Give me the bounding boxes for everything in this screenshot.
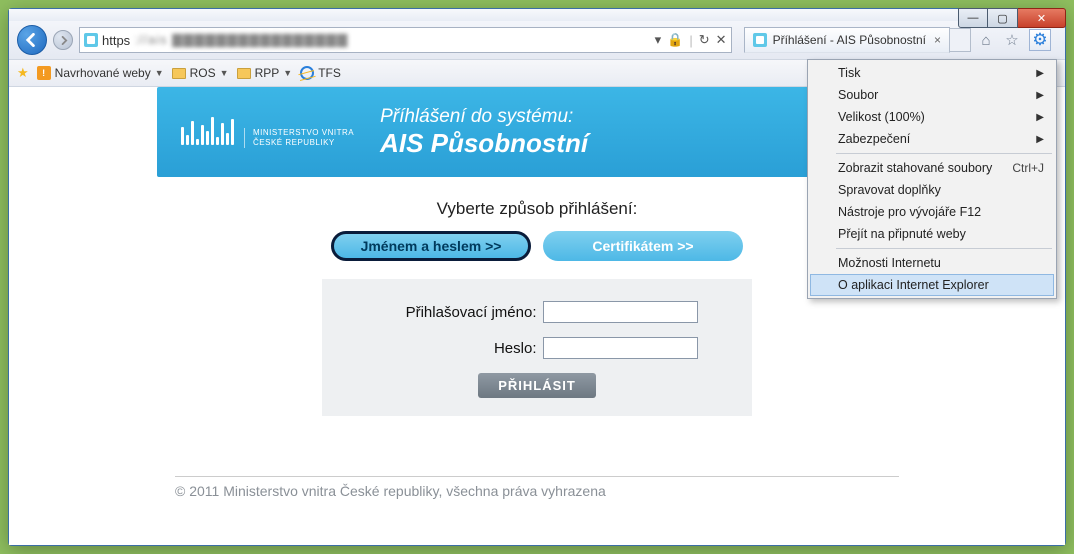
menu-item-addons[interactable]: Spravovat doplňky [810,179,1054,201]
window-minimize-button[interactable]: — [958,8,988,28]
footer-copyright: © 2011 Ministerstvo vnitra České republi… [157,483,917,499]
folder-icon [172,68,186,79]
stop-icon[interactable]: ✕ [716,32,727,48]
ministry-line2: ČESKÉ REPUBLIKY [253,138,354,148]
caret-icon: ▼ [283,68,292,78]
window-maximize-button[interactable]: ▢ [988,8,1018,28]
lock-icon[interactable]: 🔒 [667,32,683,48]
fav-item-rpp[interactable]: RPP ▼ [237,66,293,80]
menu-item-label: O aplikaci Internet Explorer [838,278,989,292]
menu-item-devtools[interactable]: Nástroje pro vývojáře F12 [810,201,1054,223]
username-input[interactable] [543,301,698,323]
menu-item-label: Nástroje pro vývojáře F12 [838,205,981,219]
fav-item-label: TFS [318,66,341,80]
menu-item-internet-options[interactable]: Možnosti Internetu [810,252,1054,274]
arrow-left-icon [25,33,39,47]
menu-item-label: Zobrazit stahované soubory [838,161,992,175]
password-label: Heslo: [377,340,537,357]
tab-close-icon[interactable]: × [934,33,941,47]
menu-item-file[interactable]: Soubor ▶ [810,84,1054,106]
url-scheme: https [102,33,130,48]
tab-title: Příhlášení - AIS Působnostní [773,33,926,47]
shield-icon: ! [37,66,51,80]
site-favicon [84,33,98,47]
login-method-prompt: Vyberte způsob přihlášení: [157,199,917,219]
tab-favicon [753,33,767,47]
ie-icon [300,66,314,80]
ministry-logo: MINISTERSTVO VNITRA ČESKÉ REPUBLIKY [181,117,354,148]
submenu-arrow-icon: ▶ [1036,112,1044,123]
forward-button[interactable] [53,30,73,50]
refresh-icon[interactable]: ↻ [699,32,710,48]
login-method-name-password[interactable]: Jménem a heslem >> [331,231,531,261]
menu-item-about-ie[interactable]: O aplikaci Internet Explorer [810,274,1054,296]
menu-item-shortcut: Ctrl+J [1012,161,1044,175]
menu-item-security[interactable]: Zabezpečení ▶ [810,128,1054,150]
nav-row: https ://ais ▇▇▇▇▇▇▇▇▇▇▇▇▇▇▇▇ ▾ 🔒 | ↻ ✕ … [9,21,1065,59]
menu-item-label: Možnosti Internetu [838,256,941,270]
add-favorite-icon[interactable]: ★ [17,65,29,81]
menu-separator [836,248,1052,249]
url-rest: ://ais ▇▇▇▇▇▇▇▇▇▇▇▇▇▇▇▇ [134,32,348,48]
tools-menu: Tisk ▶ Soubor ▶ Velikost (100%) ▶ Zabezpeče… [807,59,1057,299]
address-bar[interactable]: https ://ais ▇▇▇▇▇▇▇▇▇▇▇▇▇▇▇▇ ▾ 🔒 | ↻ ✕ [79,27,732,53]
menu-item-pinned[interactable]: Přejít na připnuté weby [810,223,1054,245]
menu-item-label: Velikost (100%) [838,110,925,124]
arrow-right-icon [59,36,68,45]
login-method-certificate[interactable]: Certifikátem >> [543,231,743,261]
password-input[interactable] [543,337,698,359]
fav-item-tfs[interactable]: TFS [300,66,341,80]
fav-item-ros[interactable]: ROS ▼ [172,66,229,80]
back-button[interactable] [17,25,47,55]
menu-item-label: Soubor [838,88,878,102]
url-dropdown-icon[interactable]: ▾ [655,32,662,48]
window-close-button[interactable]: ✕ [1018,8,1066,28]
submenu-arrow-icon: ▶ [1036,90,1044,101]
fav-item-label: RPP [255,66,280,80]
ministry-line1: MINISTERSTVO VNITRA [253,128,354,138]
menu-item-label: Tisk [838,66,860,80]
banner-title: AIS Působnostní [380,128,588,159]
menu-separator [836,153,1052,154]
favorites-icon[interactable]: ☆ [1003,31,1021,49]
submit-button[interactable]: PŘIHLÁSIT [478,373,596,398]
gear-icon[interactable]: ⚙ [1029,29,1051,51]
new-tab-button[interactable] [949,28,971,52]
submenu-arrow-icon: ▶ [1036,68,1044,79]
menu-item-label: Zabezpečení [838,132,910,146]
menu-item-zoom[interactable]: Velikost (100%) ▶ [810,106,1054,128]
login-form: Přihlašovací jméno: Heslo: PŘIHLÁSIT [322,279,752,416]
menu-item-downloads[interactable]: Zobrazit stahované soubory Ctrl+J [810,157,1054,179]
menu-item-label: Spravovat doplňky [838,183,941,197]
suggested-sites[interactable]: ! Navrhované weby ▼ [37,66,164,80]
menu-item-label: Přejít na připnuté weby [838,227,966,241]
folder-icon [237,68,251,79]
suggested-sites-label: Navrhované weby [55,66,151,80]
submenu-arrow-icon: ▶ [1036,134,1044,145]
home-icon[interactable]: ⌂ [977,31,995,49]
titlebar [9,9,1065,21]
banner-subtitle: Příhlášení do systému: [380,106,588,128]
caret-icon: ▼ [155,68,164,78]
footer-divider [175,476,899,477]
fav-item-label: ROS [190,66,216,80]
tab-strip: Příhlášení - AIS Působnostní × [744,27,971,53]
banner: MINISTERSTVO VNITRA ČESKÉ REPUBLIKY Příh… [157,87,917,177]
tab-active[interactable]: Příhlášení - AIS Působnostní × [744,27,950,53]
caret-icon: ▼ [220,68,229,78]
menu-item-print[interactable]: Tisk ▶ [810,62,1054,84]
username-label: Přihlašovací jméno: [377,304,537,321]
